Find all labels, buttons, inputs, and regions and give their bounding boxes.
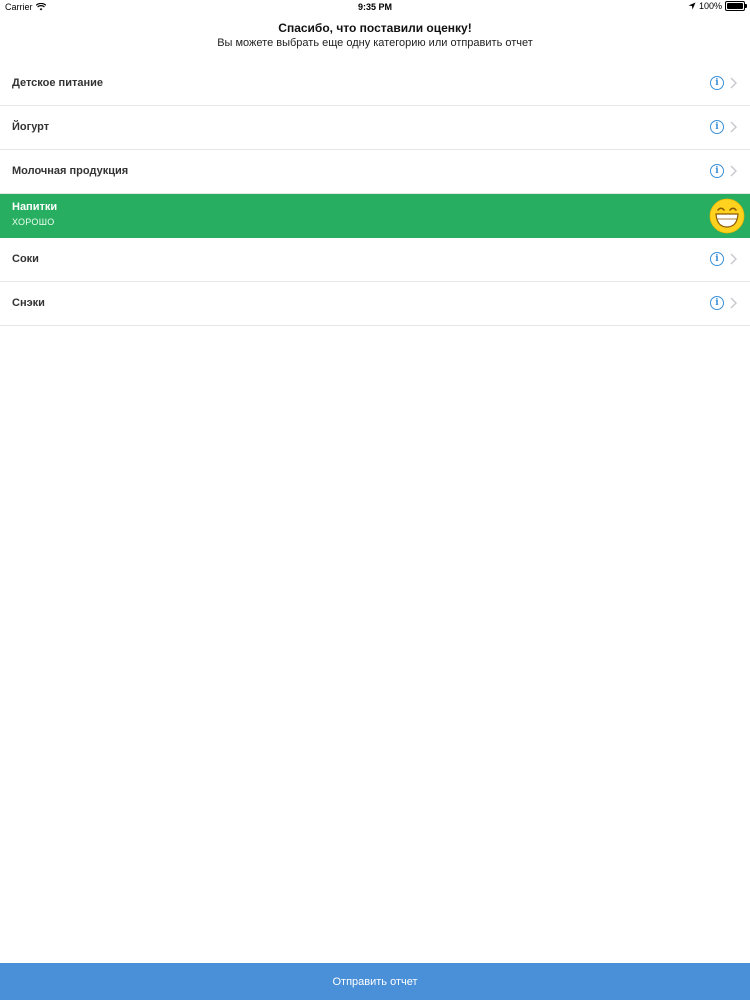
category-label: Детское питание bbox=[12, 77, 103, 89]
page-subtitle: Вы можете выбрать еще одну категорию или… bbox=[217, 37, 533, 49]
status-bar: Carrier 9:35 PM 100% bbox=[0, 0, 750, 14]
category-label: Соки bbox=[12, 253, 39, 265]
location-arrow-icon bbox=[688, 2, 696, 10]
header: Спасибо, что поставили оценку! Вы можете… bbox=[0, 20, 750, 51]
category-row-snacks[interactable]: Снэки i bbox=[0, 282, 750, 326]
category-list: Детское питание i Йогурт i Молочная прод… bbox=[0, 62, 750, 326]
info-icon[interactable]: i bbox=[710, 76, 724, 90]
chevron-right-icon bbox=[730, 297, 737, 309]
info-icon[interactable]: i bbox=[710, 164, 724, 178]
category-row-dairy[interactable]: Молочная продукция i bbox=[0, 150, 750, 194]
category-label: Йогурт bbox=[12, 121, 50, 133]
category-row-baby-food[interactable]: Детское питание i bbox=[0, 62, 750, 106]
chevron-right-icon bbox=[730, 165, 737, 177]
category-label: Напитки bbox=[12, 201, 58, 213]
chevron-right-icon bbox=[730, 253, 737, 265]
category-label: Молочная продукция bbox=[12, 165, 129, 177]
battery-percent: 100% bbox=[698, 1, 722, 11]
grinning-face-icon bbox=[709, 198, 745, 234]
info-icon[interactable]: i bbox=[710, 296, 724, 310]
category-row-drinks[interactable]: Напитки ХОРОШО bbox=[0, 194, 750, 238]
page-title: Спасибо, что поставили оценку! bbox=[278, 21, 472, 35]
category-row-juices[interactable]: Соки i bbox=[0, 238, 750, 282]
category-label: Снэки bbox=[12, 297, 45, 309]
status-right: 100% bbox=[688, 1, 747, 11]
rating-label: ХОРОШО bbox=[12, 217, 55, 227]
chevron-right-icon bbox=[730, 121, 737, 133]
info-icon[interactable]: i bbox=[710, 120, 724, 134]
send-report-button[interactable]: Отправить отчет bbox=[0, 963, 750, 1000]
info-icon[interactable]: i bbox=[710, 252, 724, 266]
status-time: 9:35 PM bbox=[357, 2, 392, 12]
battery-icon bbox=[725, 1, 747, 11]
chevron-right-icon bbox=[730, 77, 737, 89]
category-row-yogurt[interactable]: Йогурт i bbox=[0, 106, 750, 150]
battery-level bbox=[727, 3, 743, 9]
